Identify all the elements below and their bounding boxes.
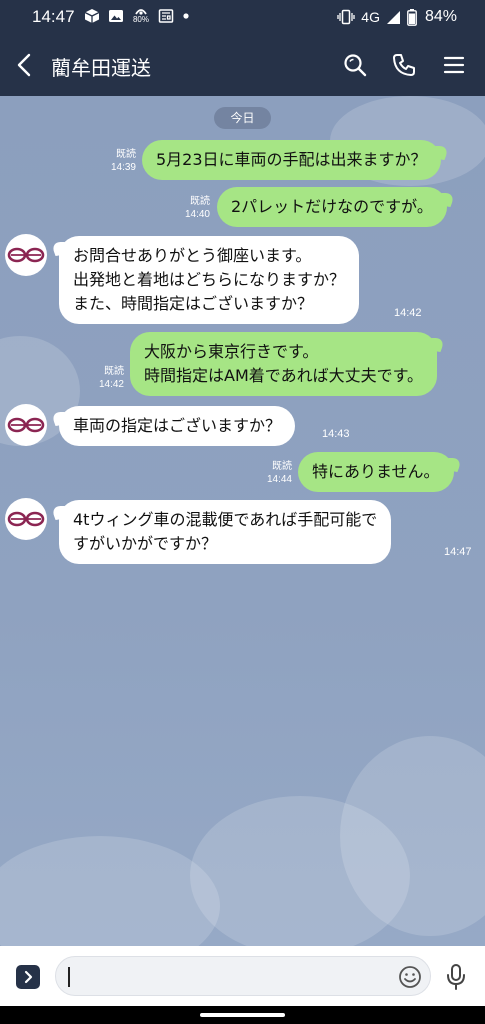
date-separator: 今日 (214, 107, 271, 129)
box-icon (84, 9, 100, 23)
text-caret (68, 967, 70, 987)
avatar[interactable] (5, 234, 47, 276)
company-logo-icon (7, 247, 45, 263)
read-receipt: 既読 (272, 461, 292, 472)
avatar[interactable] (5, 498, 47, 540)
message-text: 5月23日に車両の手配は出来ますか？ (156, 150, 427, 169)
data-saver-icon: 80% (132, 8, 150, 24)
message-composer (0, 946, 485, 1006)
home-handle[interactable] (200, 1013, 285, 1017)
back-icon[interactable] (12, 51, 38, 79)
chat-area[interactable]: 今日 既読 14:39 5月23日に車両の手配は出来ますか？ 既読 14:40 … (0, 96, 485, 946)
vibrate-icon (337, 9, 355, 25)
network-type: 4G (361, 9, 380, 25)
signal-icon (386, 10, 400, 24)
read-receipt: 既読 (116, 149, 136, 160)
read-receipt: 既読 (190, 196, 210, 207)
mic-icon[interactable] (446, 964, 466, 990)
message-meta: 既読 14:42 (88, 365, 124, 391)
message-meta: 既読 14:40 (174, 195, 210, 221)
message-meta: 既読 14:44 (256, 460, 292, 486)
message-text: また、時間指定はございますか？ (73, 294, 314, 313)
expand-button[interactable] (16, 965, 40, 989)
chat-title: 藺牟田運送 (51, 56, 151, 80)
message-time: 14:42 (394, 307, 422, 319)
phone-icon[interactable] (391, 52, 417, 78)
message-text: 時間指定はAM着であれば大丈夫です。 (144, 366, 423, 385)
message-text: 出発地と着地はどちらになりますか？ (73, 270, 346, 289)
menu-icon[interactable] (441, 52, 467, 78)
search-icon[interactable] (342, 52, 368, 78)
message-text: お問合せありがとう御座います。 (73, 246, 312, 265)
news-icon (158, 9, 174, 23)
message-text: 特にありません。 (312, 462, 440, 481)
incoming-message[interactable]: 4tウィング車の混載便であれば手配可能で すがいかがですか？ (59, 500, 392, 564)
status-bar: 14:47 80% 4G 84% (0, 0, 485, 34)
company-logo-icon (7, 511, 45, 527)
message-time: 14:40 (184, 209, 210, 220)
message-text: 2パレットだけなのですが。 (231, 197, 433, 216)
message-time: 14:43 (322, 428, 350, 440)
outgoing-message[interactable]: 2パレットだけなのですが。 (217, 187, 447, 227)
message-time: 14:39 (110, 162, 136, 173)
battery-text: 84% (424, 8, 457, 25)
cloud-decoration (0, 836, 220, 946)
chevron-right-icon (24, 970, 33, 984)
message-time: 14:44 (266, 474, 292, 485)
read-receipt: 既読 (104, 366, 124, 377)
incoming-message[interactable]: 車両の指定はございますか？ (59, 406, 296, 446)
chat-header: 藺牟田運送 (0, 34, 485, 96)
message-text: すがいかがですか？ (73, 534, 218, 553)
message-input[interactable] (55, 956, 431, 996)
message-time: 14:42 (98, 379, 124, 390)
outgoing-message[interactable]: 5月23日に車両の手配は出来ますか？ (142, 140, 441, 180)
message-text: 車両の指定はございますか？ (73, 416, 282, 435)
battery-icon (407, 8, 417, 26)
message-text: 4tウィング車の混載便であれば手配可能で (73, 510, 378, 529)
company-logo-icon (7, 417, 45, 433)
avatar[interactable] (5, 404, 47, 446)
outgoing-message[interactable]: 大阪から東京行きです。 時間指定はAM着であれば大丈夫です。 (130, 332, 437, 396)
dot-icon (183, 13, 189, 19)
message-time: 14:47 (444, 546, 472, 558)
message-text: 大阪から東京行きです。 (144, 342, 319, 361)
outgoing-message[interactable]: 特にありません。 (298, 452, 454, 492)
system-nav-bar (0, 1006, 485, 1024)
status-time: 14:47 (32, 7, 75, 26)
image-icon (109, 10, 123, 22)
emoji-icon[interactable] (398, 965, 422, 989)
incoming-message[interactable]: お問合せありがとう御座います。 出発地と着地はどちらになりますか？ また、時間指… (59, 236, 360, 324)
message-meta: 既読 14:39 (100, 148, 136, 174)
data-speed-text: 80% (132, 15, 149, 24)
